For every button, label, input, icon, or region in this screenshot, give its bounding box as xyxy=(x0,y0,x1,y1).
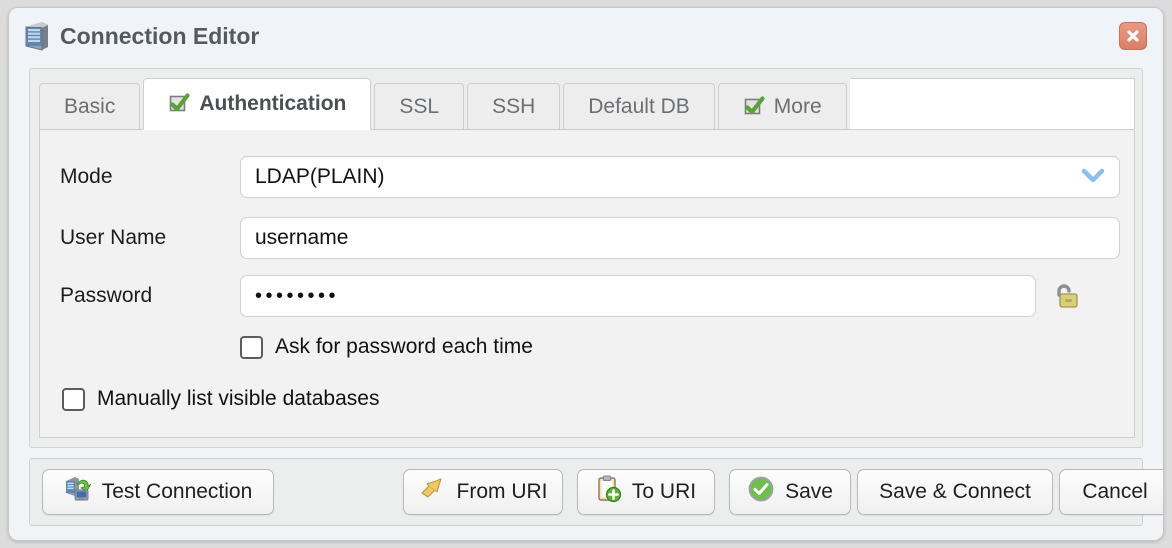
close-button[interactable] xyxy=(1119,22,1147,50)
cancel-label: Cancel xyxy=(1082,480,1148,503)
dialog-footer: Test Connection From URI To URI Save Sav… xyxy=(29,458,1163,526)
clipboard-plus-icon xyxy=(596,475,622,509)
tab-label: Basic xyxy=(64,94,116,118)
server-refresh-icon xyxy=(64,475,92,509)
to-uri-label: To URI xyxy=(631,480,697,503)
connection-editor-window: Connection Editor Basic Authentication S… xyxy=(8,7,1164,541)
unlocked-padlock-icon[interactable] xyxy=(1052,282,1082,310)
ask-password-checkbox-row[interactable]: Ask for password each time xyxy=(240,335,533,359)
from-uri-button[interactable]: From URI xyxy=(403,469,563,515)
tab-basic[interactable]: Basic xyxy=(39,83,141,129)
username-input[interactable]: username xyxy=(240,217,1120,259)
tab-label: More xyxy=(773,94,822,118)
test-connection-label: Test Connection xyxy=(101,480,253,503)
mode-select[interactable]: LDAP(PLAIN) xyxy=(240,156,1120,198)
mode-value: LDAP(PLAIN) xyxy=(255,165,385,188)
username-row: User Name username xyxy=(60,217,1120,259)
mode-label: Mode xyxy=(60,165,113,188)
ask-password-label: Ask for password each time xyxy=(275,335,533,358)
tab-bar: Basic Authentication SSL SSH Default DB … xyxy=(39,78,1135,130)
green-check-icon xyxy=(168,93,190,115)
import-arrow-icon xyxy=(419,476,447,508)
screen: Connection Editor Basic Authentication S… xyxy=(0,0,1172,548)
tab-panel: Basic Authentication SSL SSH Default DB … xyxy=(29,68,1143,448)
tab-default-db[interactable]: Default DB xyxy=(563,83,715,129)
mode-row: Mode LDAP(PLAIN) xyxy=(60,156,1120,198)
test-connection-button[interactable]: Test Connection xyxy=(42,469,274,515)
save-and-connect-label: Save & Connect xyxy=(879,480,1031,503)
tab-ssh[interactable]: SSH xyxy=(467,83,561,129)
username-value: username xyxy=(255,226,349,249)
tab-label: SSH xyxy=(492,94,536,118)
tab-ssl[interactable]: SSL xyxy=(374,83,465,129)
password-label: Password xyxy=(60,284,153,307)
password-row: Password •••••••• xyxy=(60,275,1120,317)
chevron-down-icon xyxy=(1081,165,1105,189)
tab-authentication[interactable]: Authentication xyxy=(143,78,372,130)
tab-label: SSL xyxy=(399,94,440,118)
manual-databases-checkbox-row[interactable]: Manually list visible databases xyxy=(62,387,379,411)
window-titlebar: Connection Editor xyxy=(9,8,1163,64)
from-uri-label: From URI xyxy=(456,480,548,503)
tab-label: Authentication xyxy=(199,92,347,115)
password-value: •••••••• xyxy=(255,284,340,307)
to-uri-button[interactable]: To URI xyxy=(577,469,715,515)
ask-password-checkbox[interactable] xyxy=(240,335,263,359)
authentication-form: Mode LDAP(PLAIN) User Name username Pass… xyxy=(39,130,1135,438)
tab-strip-filler xyxy=(849,78,1135,130)
save-label: Save xyxy=(785,480,833,503)
tab-label: Default DB xyxy=(588,94,690,118)
save-button[interactable]: Save xyxy=(729,469,851,515)
manual-databases-label: Manually list visible databases xyxy=(97,387,380,410)
cancel-button[interactable]: Cancel xyxy=(1059,469,1163,515)
close-icon xyxy=(1124,27,1142,45)
username-label: User Name xyxy=(60,226,167,249)
save-and-connect-button[interactable]: Save & Connect xyxy=(857,469,1053,515)
page-title: Connection Editor xyxy=(60,22,260,49)
tab-more[interactable]: More xyxy=(717,83,847,129)
manual-databases-checkbox[interactable] xyxy=(62,387,85,411)
server-icon xyxy=(23,21,49,51)
green-check-circle-icon xyxy=(747,475,775,509)
green-check-icon xyxy=(743,95,765,118)
password-input[interactable]: •••••••• xyxy=(240,275,1036,317)
